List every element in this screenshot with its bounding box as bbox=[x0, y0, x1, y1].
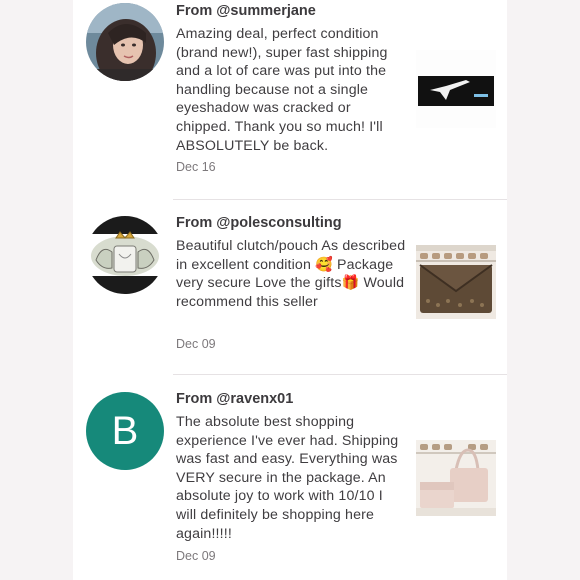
thumbnail-image bbox=[416, 245, 496, 319]
review-item: From @polesconsulting Beautiful clutch/p… bbox=[73, 210, 507, 375]
listing-thumbnail[interactable] bbox=[416, 50, 496, 128]
thumbnail-image bbox=[416, 50, 496, 128]
review-date: Dec 09 bbox=[176, 549, 216, 563]
review-item: B From @ravenx01 The absolute best shopp… bbox=[73, 386, 507, 580]
avatar-photo bbox=[86, 3, 164, 81]
review-date: Dec 16 bbox=[176, 160, 216, 174]
review-text: Amazing deal, perfect condition (brand n… bbox=[176, 26, 388, 154]
review-text: Beautiful clutch/pouch As described in e… bbox=[176, 238, 406, 310]
divider bbox=[173, 374, 507, 375]
listing-thumbnail[interactable] bbox=[416, 440, 496, 516]
avatar[interactable]: B bbox=[86, 392, 164, 470]
review-date: Dec 09 bbox=[176, 337, 216, 351]
listing-thumbnail[interactable] bbox=[416, 245, 496, 319]
avatar-crest bbox=[86, 216, 164, 294]
avatar[interactable] bbox=[86, 3, 164, 81]
thumbnail-image bbox=[416, 440, 496, 516]
review-list: From @summerjane Amazing deal, perfect c… bbox=[73, 0, 507, 580]
divider bbox=[173, 199, 507, 200]
review-author[interactable]: From @summerjane bbox=[176, 3, 316, 19]
review-item: From @summerjane Amazing deal, perfect c… bbox=[73, 0, 507, 200]
review-text: The absolute best shopping experience I'… bbox=[176, 414, 399, 542]
avatar[interactable] bbox=[86, 216, 164, 294]
review-author[interactable]: From @ravenx01 bbox=[176, 391, 293, 407]
review-author[interactable]: From @polesconsulting bbox=[176, 215, 342, 231]
